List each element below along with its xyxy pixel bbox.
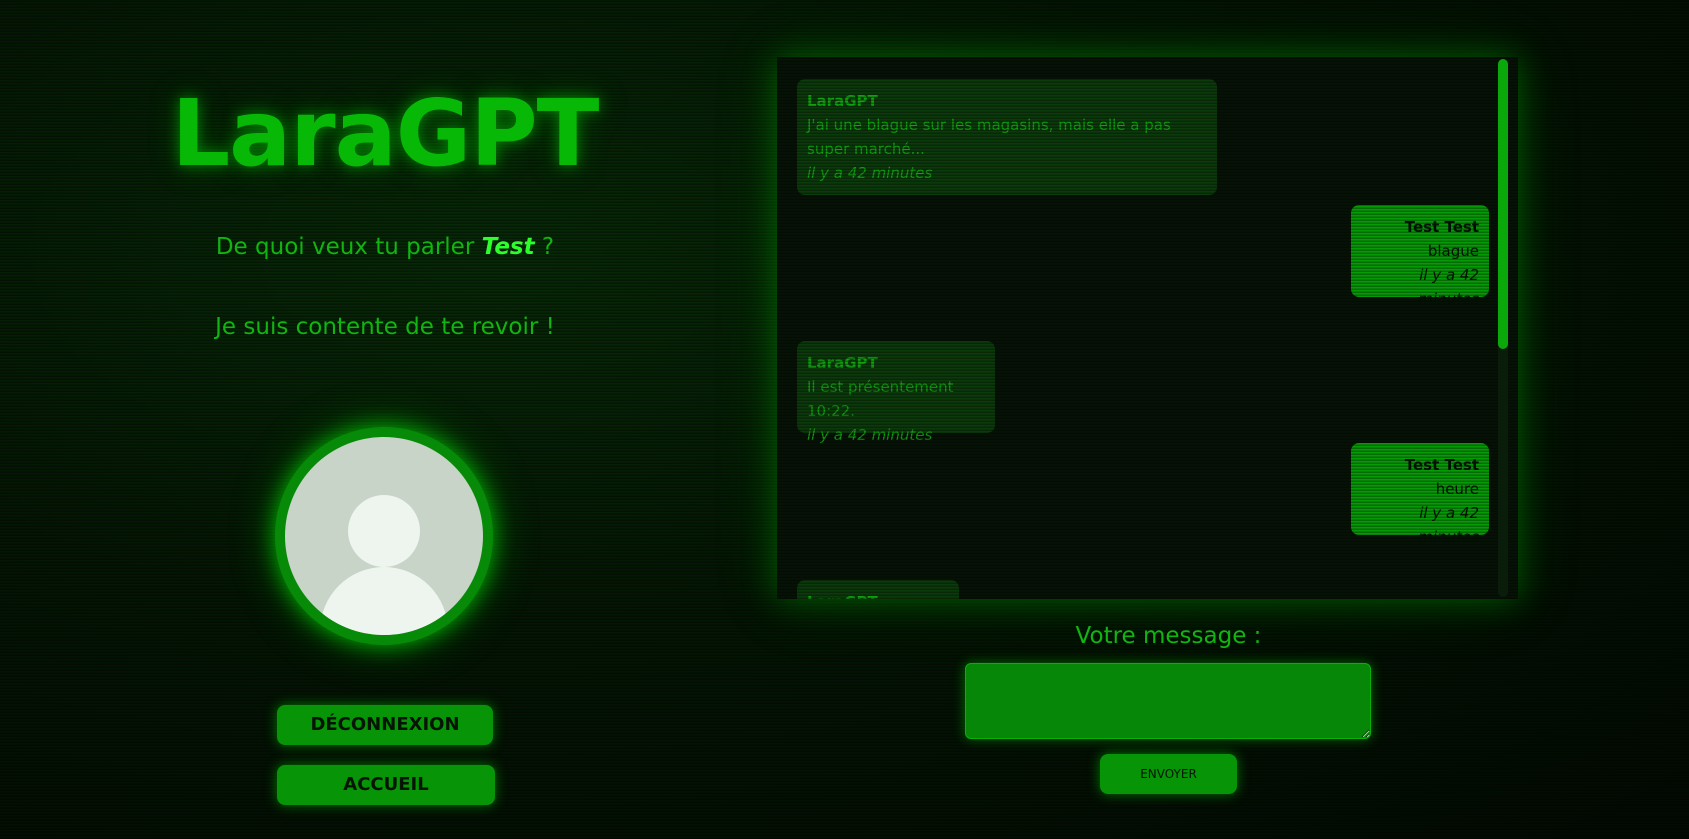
chat-scrollbar-thumb[interactable] — [1498, 59, 1508, 349]
home-button[interactable]: ACCUEIL — [277, 765, 495, 805]
message-author: LaraGPT — [807, 354, 878, 372]
greeting-prefix: De quoi veux tu parler — [215, 234, 482, 260]
send-button[interactable]: ENVOYER — [1100, 754, 1237, 794]
message-text: J'ai une blague sur les magasins, mais e… — [807, 116, 1171, 158]
chat-history[interactable]: LaraGPT J'ai une blague sur les magasins… — [777, 57, 1518, 599]
message-author: LaraGPT — [807, 590, 949, 599]
chat-message-user: Test Test blague il y a 42 minutes — [1351, 205, 1489, 308]
message-author: Test Test — [1404, 456, 1479, 474]
welcome-message: Je suis contente de te revoir ! — [215, 314, 555, 340]
left-column: LaraGPT De quoi veux tu parler Test ? Je… — [0, 0, 770, 839]
message-text: Il est présentement 10:22. — [807, 378, 954, 420]
chat-scrollbar[interactable] — [1498, 59, 1508, 597]
message-time: il y a 42 minutes — [1418, 266, 1479, 308]
chat-message-user: Test Test heure il y a 42 minutes — [1351, 443, 1489, 546]
chat-message-bot: LaraGPT J'ai une blague sur les magasins… — [797, 79, 1217, 195]
app-title: LaraGPT — [171, 80, 600, 187]
message-time: il y a 42 minutes — [807, 164, 933, 182]
greeting-suffix: ? — [534, 234, 555, 260]
logout-button[interactable]: DÉCONNEXION — [277, 705, 493, 745]
message-time: il y a 42 minutes — [1418, 504, 1479, 546]
chat-message-bot: LaraGPT — [797, 580, 959, 599]
message-input[interactable] — [965, 663, 1371, 739]
greeting-question: De quoi veux tu parler Test ? — [0, 234, 770, 260]
chat-message-bot: LaraGPT Il est présentement 10:22. il y … — [797, 341, 995, 444]
username: Test — [481, 234, 535, 260]
message-label: Votre message : — [1075, 623, 1262, 649]
user-silhouette-icon — [285, 437, 483, 635]
avatar-shoulders — [320, 567, 448, 635]
avatar — [275, 427, 493, 645]
avatar-head — [348, 495, 420, 567]
message-author: LaraGPT — [807, 92, 878, 110]
message-time: il y a 42 minutes — [807, 426, 933, 444]
message-text: blague — [1427, 242, 1479, 260]
message-text: heure — [1435, 480, 1479, 498]
message-author: Test Test — [1404, 218, 1479, 236]
